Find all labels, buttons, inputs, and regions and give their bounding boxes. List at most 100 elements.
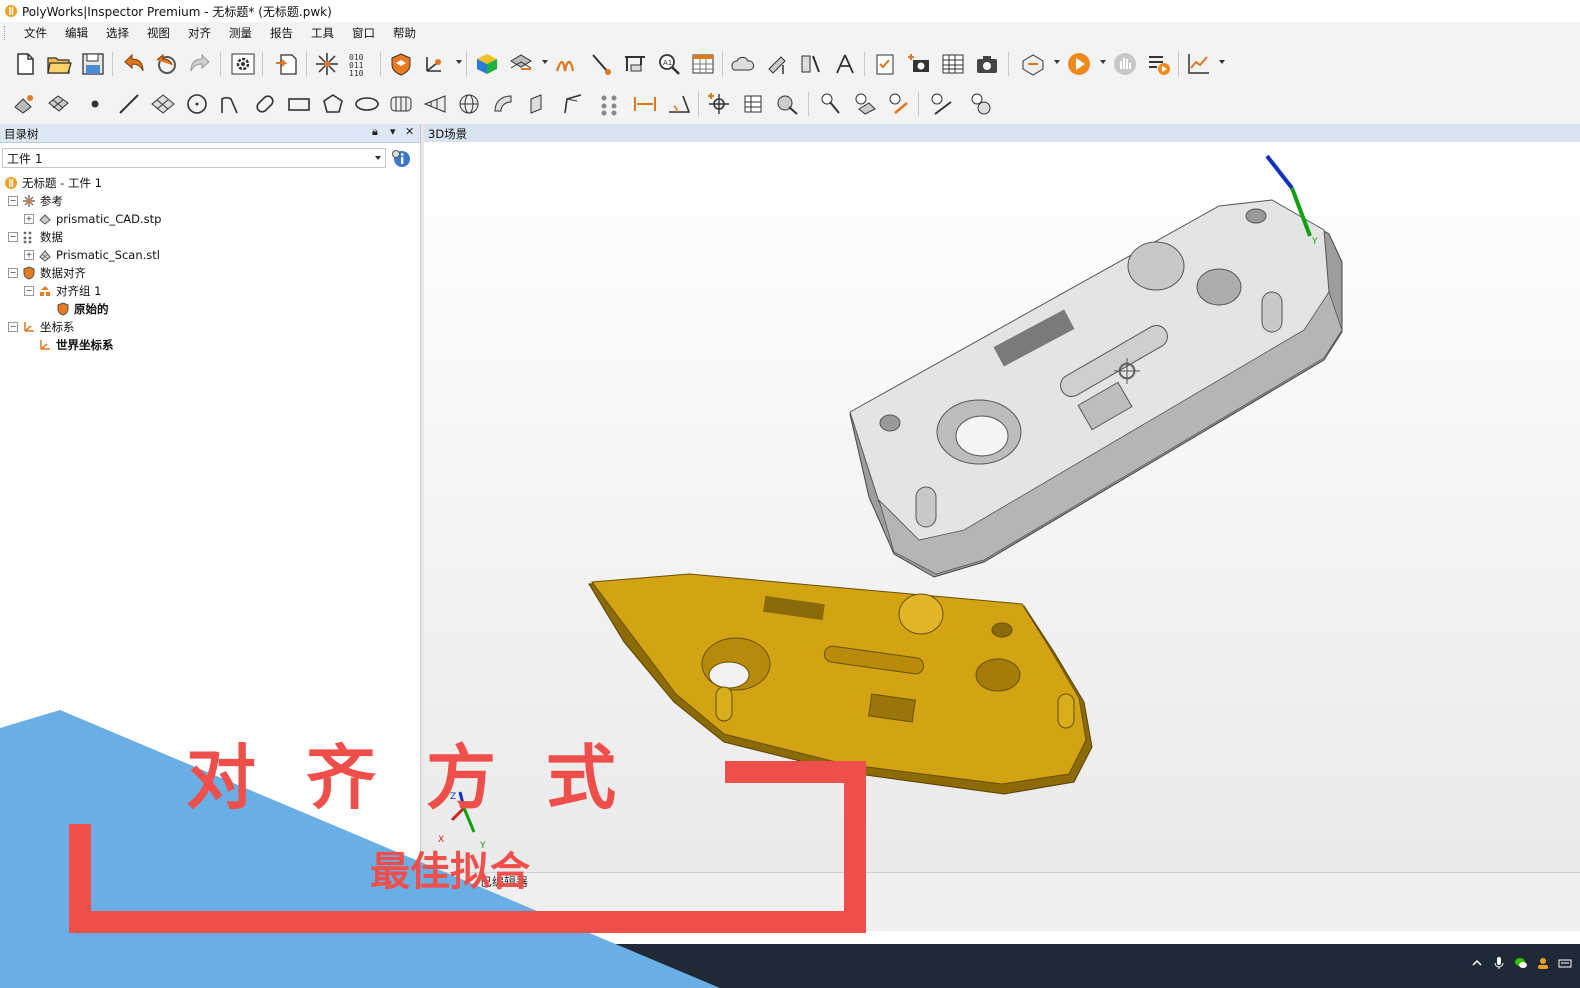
line-feature-button[interactable] (114, 90, 144, 118)
cylinder-feature-button[interactable] (386, 90, 416, 118)
collapse-toggle[interactable]: − (8, 268, 18, 278)
import-button[interactable] (272, 50, 302, 78)
sphere-feature-button[interactable] (454, 90, 484, 118)
user-app-icon[interactable] (1536, 956, 1550, 970)
probe-point-button[interactable] (816, 90, 846, 118)
add-snapshot-button[interactable] (904, 50, 934, 78)
binary-data-button[interactable]: 010 011 110 (346, 50, 376, 78)
collapse-toggle[interactable]: − (8, 322, 18, 332)
vector-surface-button[interactable] (522, 90, 552, 118)
features-button[interactable] (10, 90, 40, 118)
probe-plane-button[interactable] (850, 90, 880, 118)
points-tool-button[interactable] (312, 50, 342, 78)
menu-select[interactable]: 选择 (97, 22, 138, 44)
probe-line-button[interactable] (926, 90, 956, 118)
stop-button[interactable] (1110, 50, 1140, 78)
gdt-button[interactable] (738, 90, 768, 118)
play-dropdown-arrow[interactable] (1100, 60, 1106, 64)
probe-edge-button[interactable] (884, 90, 914, 118)
macro-button[interactable] (1018, 50, 1048, 78)
chevron-up-icon[interactable] (1470, 956, 1484, 970)
slot-feature-button[interactable] (250, 90, 280, 118)
redo-button[interactable] (186, 50, 216, 78)
feature-group-button[interactable] (44, 90, 74, 118)
tolerance-button[interactable] (772, 90, 802, 118)
probe-button[interactable] (586, 50, 616, 78)
chart-button[interactable] (1184, 50, 1214, 78)
color-map-button[interactable] (472, 50, 502, 78)
cone-feature-button[interactable] (420, 90, 450, 118)
polygon-feature-button[interactable] (318, 90, 348, 118)
play-button[interactable] (1064, 50, 1094, 78)
probe-sphere-button[interactable] (966, 90, 996, 118)
menu-edit[interactable]: 编辑 (56, 22, 97, 44)
menu-align[interactable]: 对齐 (179, 22, 220, 44)
surface-feature-button[interactable] (488, 90, 518, 118)
new-file-button[interactable] (10, 50, 40, 78)
snapshot-button[interactable] (972, 50, 1002, 78)
tree-item-alignment[interactable]: − 数据对齐 (8, 264, 86, 282)
compare-button[interactable] (506, 50, 536, 78)
rectangle-feature-button[interactable] (284, 90, 314, 118)
options-button[interactable] (228, 50, 258, 78)
chat-app-icon[interactable] (1514, 956, 1528, 970)
menu-window[interactable]: 窗口 (343, 22, 384, 44)
measure-point-button[interactable] (762, 50, 792, 78)
spreadsheet-button[interactable] (938, 50, 968, 78)
angle-measure-button[interactable] (664, 90, 694, 118)
chart-dropdown-arrow[interactable] (1219, 60, 1225, 64)
collapse-toggle[interactable]: − (8, 196, 18, 206)
measure-distance-button[interactable] (796, 50, 826, 78)
tree-item-original-alignment[interactable]: 原始的 (56, 300, 109, 318)
ellipse-feature-button[interactable] (352, 90, 382, 118)
workpiece-select[interactable]: 工件 1 (2, 148, 386, 168)
best-fit-align-button[interactable] (386, 50, 416, 78)
expand-toggle[interactable]: + (24, 214, 34, 224)
align-axes-button[interactable] (420, 50, 450, 78)
align-dropdown-arrow[interactable] (456, 60, 462, 64)
menu-measure[interactable]: 测量 (220, 22, 261, 44)
distance-feature-button[interactable] (630, 90, 660, 118)
pattern-feature-button[interactable] (594, 90, 624, 118)
undo-button[interactable] (118, 50, 148, 78)
tree-item-coordinate-systems[interactable]: − 坐标系 (8, 318, 75, 336)
cloud-data-button[interactable] (728, 50, 758, 78)
tree-item-mesh-object[interactable]: + Prismatic_Scan.stl (24, 246, 160, 264)
collapse-toggle[interactable]: − (24, 286, 34, 296)
save-button[interactable] (78, 50, 108, 78)
arc-feature-button[interactable] (216, 90, 246, 118)
tree-item-alignment-group[interactable]: − 对齐组 1 (24, 282, 101, 300)
circle-feature-button[interactable] (182, 90, 212, 118)
panel-menu-chevron-down-icon[interactable]: ▾ (390, 125, 396, 138)
plane-feature-button[interactable] (148, 90, 178, 118)
checklist-button[interactable] (870, 50, 900, 78)
sequence-play-button[interactable] (1144, 50, 1174, 78)
collapse-toggle[interactable]: − (8, 232, 18, 242)
microphone-icon[interactable] (1492, 956, 1506, 970)
table-view-button[interactable] (688, 50, 718, 78)
open-file-button[interactable] (44, 50, 74, 78)
add-datum-button[interactable] (704, 90, 734, 118)
tree-item-world-axes[interactable]: 世界坐标系 (38, 336, 114, 354)
close-panel-icon[interactable]: ✕ (405, 125, 414, 138)
macro-dropdown-arrow[interactable] (1054, 60, 1060, 64)
caliper-button[interactable] (620, 50, 650, 78)
menu-tools[interactable]: 工具 (302, 22, 343, 44)
menu-file[interactable]: 文件 (15, 22, 56, 44)
point-feature-button[interactable] (80, 90, 110, 118)
expand-toggle[interactable]: + (24, 250, 34, 260)
curve-tool-button[interactable] (552, 50, 582, 78)
tree-item-project[interactable]: 无标题 - 工件 1 (4, 174, 102, 192)
properties-info-icon[interactable] (390, 147, 412, 169)
angle-feature-button[interactable] (558, 90, 588, 118)
tree-item-cad-object[interactable]: + prismatic_CAD.stp (24, 210, 161, 228)
angle-tool-button[interactable] (830, 50, 860, 78)
tree-item-reference[interactable]: − 参考 (8, 192, 63, 210)
menu-report[interactable]: 报告 (261, 22, 302, 44)
menu-help[interactable]: 帮助 (384, 22, 425, 44)
inspect-zoom-button[interactable]: A1 (654, 50, 684, 78)
menu-view[interactable]: 视图 (138, 22, 179, 44)
pin-icon[interactable]: 🔒︎ (372, 125, 378, 139)
compare-dropdown-arrow[interactable] (542, 60, 548, 64)
undo-list-button[interactable] (152, 50, 182, 78)
